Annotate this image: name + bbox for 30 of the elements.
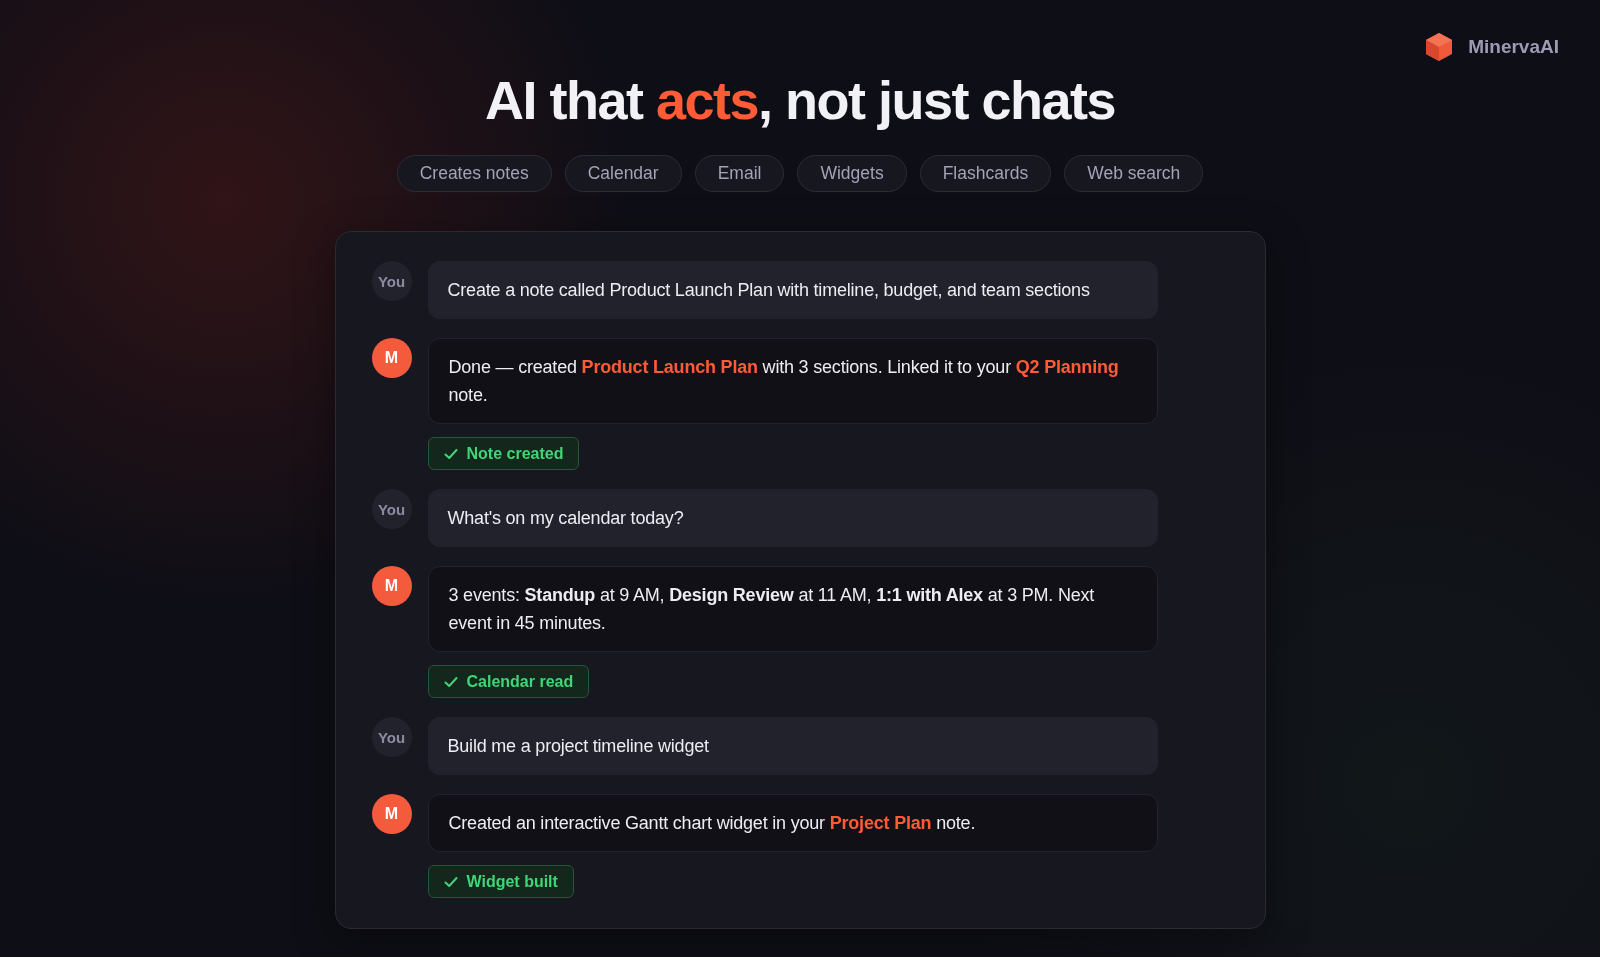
- message-bubble: Done — created Product Launch Plan with 3 sections. Linked it to your Q2 Planning note.: [427, 338, 1158, 424]
- feature-pill: Creates notes: [396, 155, 552, 192]
- message-bubble: Build me a project timeline widget: [427, 717, 1158, 775]
- check-icon: [443, 446, 458, 461]
- cube-icon: [1424, 32, 1455, 62]
- status-label: Widget built: [466, 872, 558, 891]
- headline: AI that acts, not just chats: [484, 69, 1116, 132]
- note-link[interactable]: Project Plan: [829, 813, 932, 833]
- status-label: Note created: [466, 444, 564, 463]
- feature-pill: Email: [694, 155, 785, 192]
- feature-pill: Web search: [1064, 155, 1204, 192]
- assistant-avatar: M: [371, 338, 412, 378]
- assistant-avatar: M: [371, 566, 412, 606]
- message-bubble: Create a note called Product Launch Plan with timeline, budget, and team sections: [427, 261, 1158, 319]
- feature-pill: Calendar: [564, 155, 682, 192]
- note-link[interactable]: Q2 Planning: [1015, 357, 1119, 377]
- assistant-avatar: M: [371, 794, 412, 834]
- user-avatar: You: [371, 489, 412, 529]
- brand-name: MinervaAI: [1468, 36, 1559, 58]
- feature-pill: Widgets: [797, 155, 907, 192]
- message-bubble: What's on my calendar today?: [427, 489, 1158, 547]
- check-icon: [443, 674, 458, 689]
- user-avatar: You: [371, 717, 412, 757]
- message-bubble: Created an interactive Gantt chart widget in your Project Plan note.: [427, 794, 1158, 852]
- message-bubble: 3 events: Standup at 9 AM, Design Review at 11 AM, 1:1 with Alex at 3 PM. Next event in 45 minutes.: [427, 566, 1158, 652]
- status-label: Calendar read: [466, 672, 574, 691]
- note-link[interactable]: Product Launch Plan: [581, 357, 758, 377]
- feature-pill: Flashcards: [919, 155, 1052, 192]
- check-icon: [443, 874, 458, 889]
- user-avatar: You: [371, 261, 412, 301]
